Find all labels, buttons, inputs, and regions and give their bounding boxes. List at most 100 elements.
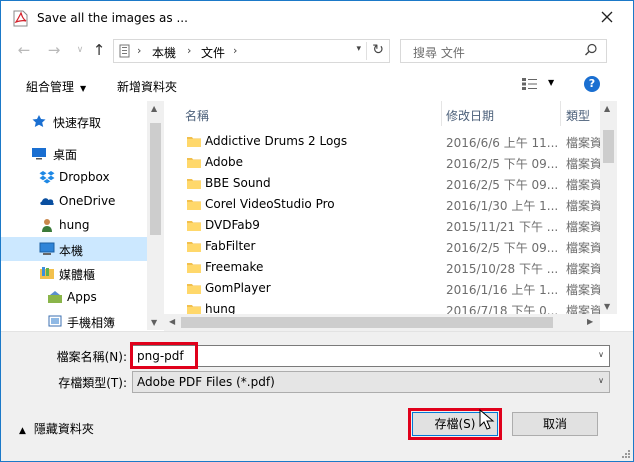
cancel-button[interactable]: 取消 [512,412,598,436]
file-name: Addictive Drums 2 Logs [205,134,348,148]
file-type: 檔案資 [566,283,600,297]
file-date: 2016/2/5 下午 09... [446,157,559,171]
dropbox-icon [39,171,55,184]
desktop-icon [32,148,46,160]
back-arrow-icon[interactable]: ← [15,41,33,59]
file-list-horizontal-scrollbar[interactable]: ◀ ▶ [164,314,600,331]
sidebar-item-dropbox[interactable]: Dropbox [1,165,147,189]
view-dropdown-icon[interactable]: ▼ [548,78,554,87]
folder-icon [187,263,201,273]
file-type: 檔案資 [566,157,600,171]
file-name: Adobe [205,155,243,169]
filetype-label: 存檔類型(T): [58,376,127,390]
sidebar-item-hung[interactable]: hung [1,213,147,237]
up-arrow-icon[interactable]: ↑ [90,41,108,59]
scroll-right-icon[interactable]: ▶ [587,317,593,326]
folder-icon [187,305,201,314]
sidebar-item-desktop[interactable]: 桌面 [1,141,147,165]
file-date: 2016/6/6 上午 11... [446,136,559,150]
file-name: hung [205,302,236,314]
file-name: Freemake [205,260,264,274]
organize-menu-button[interactable]: 組合管理 ▼ [26,78,86,95]
search-icon [585,43,597,56]
breadcrumb-this-pc[interactable]: 本機 [152,44,176,61]
folder-icon [187,242,201,252]
filename-field[interactable]: png-pdf ∨ [132,345,610,367]
scroll-down-icon[interactable]: ▼ [604,302,610,311]
divider [366,42,367,60]
sort-ascending-icon: ^ [302,101,310,108]
breadcrumb-documents[interactable]: 文件 [201,44,225,61]
folder-icon [187,221,201,231]
scroll-down-icon[interactable]: ▼ [151,318,157,327]
scrollbar-thumb[interactable] [181,317,553,328]
refresh-icon[interactable]: ↻ [372,42,384,58]
table-row[interactable]: Corel VideoStudio Pro 2016/1/30 上午 1... 檔案… [164,194,600,215]
scroll-up-icon[interactable]: ▲ [604,104,610,113]
filetype-select[interactable]: Adobe PDF Files (*.pdf) ∨ [132,371,610,393]
sidebar-item-label: 媒體櫃 [59,268,96,282]
view-options-icon[interactable] [521,77,539,91]
column-header-date[interactable]: 修改日期 [442,101,560,126]
scroll-up-icon[interactable]: ▲ [151,104,157,113]
filename-label: 檔案名稱(N): [56,350,127,364]
forward-arrow-icon[interactable]: → [45,41,63,59]
chevron-down-icon[interactable]: ∨ [598,350,604,359]
file-name: FabFilter [205,239,256,253]
table-row[interactable]: BBE Sound 2016/2/5 下午 09... 檔案資 [164,173,600,194]
file-date: 2016/7/18 下午 0... [446,304,559,314]
hide-folders-label: 隱藏資料夾 [33,422,94,436]
scroll-left-icon[interactable]: ◀ [169,317,175,326]
sidebar-item-label: 手機相簿 [67,316,116,330]
file-name: GomPlayer [205,281,271,295]
table-row[interactable]: DVDFab9 2015/11/21 下午 ... 檔案資 [164,215,600,236]
file-name: Corel VideoStudio Pro [205,197,335,211]
onedrive-icon [40,198,54,205]
sidebar-item-this-pc[interactable]: 本機 [1,237,147,261]
folder-icon [187,200,201,210]
scrollbar-thumb[interactable] [150,123,161,235]
computer-icon [119,44,130,58]
file-date: 2015/11/21 下午 ... [446,220,559,234]
address-bar[interactable]: › 本機 › 文件 › ▾ ↻ [113,39,390,63]
file-name: BBE Sound [205,176,271,190]
sidebar-item-apps[interactable]: Apps [1,285,147,309]
column-header-type[interactable]: 類型 [561,101,600,126]
chevron-down-icon: ∨ [598,376,604,385]
resize-grip-icon[interactable] [621,449,631,459]
sidebar-item-label: hung [59,218,90,232]
sidebar-item-label: Apps [67,290,97,304]
sidebar-item-libraries[interactable]: 媒體櫃 [1,261,147,285]
file-list-scrollbar[interactable]: ▲ ▼ [600,101,617,314]
navigation-pane-scrollbar[interactable]: ▲ ▼ [147,101,164,330]
new-folder-button[interactable]: 新增資料夾 [117,78,177,95]
save-form: 檔案名稱(N): png-pdf ∨ 存檔類型(T): Adobe PDF Fi… [1,331,633,461]
hide-folders-button[interactable]: ▲ 隱藏資料夾 [19,420,94,437]
phone-album-icon [48,315,62,327]
column-header-label: 名稱 [185,109,210,123]
file-type: 檔案資 [566,178,600,192]
mouse-cursor-icon [479,409,495,430]
sidebar-item-onedrive[interactable]: OneDrive [1,189,147,213]
scrollbar-thumb[interactable] [603,130,614,163]
sidebar-item-phone-album[interactable]: 手機相簿 [1,309,147,330]
address-dropdown-icon[interactable]: ▾ [356,44,361,54]
sidebar-item-quick-access[interactable]: 快速存取 [1,109,147,133]
computer-icon [39,242,55,255]
table-row[interactable]: Addictive Drums 2 Logs 2016/6/6 上午 11... 檔… [164,131,600,152]
recent-locations-icon[interactable]: ∨ [71,41,89,59]
search-input[interactable]: 搜尋 文件 [400,39,607,63]
file-list: 名稱 ^ 修改日期 類型 Addictive Drums 2 Logs 2016/… [164,101,600,314]
close-icon[interactable] [597,7,617,27]
table-row[interactable]: hung 2016/7/18 下午 0... 檔案資 [164,299,600,314]
table-row[interactable]: FabFilter 2016/2/5 下午 09... 檔案資 [164,236,600,257]
file-type: 檔案資 [566,220,600,234]
table-row[interactable]: Freemake 2015/10/28 下午 ... 檔案資 [164,257,600,278]
help-icon[interactable]: ? [584,76,600,92]
table-row[interactable]: Adobe 2016/2/5 下午 09... 檔案資 [164,152,600,173]
column-header-name[interactable]: 名稱 ^ [164,101,441,126]
table-row[interactable]: GomPlayer 2016/1/16 上午 1... 檔案資 [164,278,600,299]
title-bar: Save all the images as ... [1,1,633,35]
file-date: 2016/1/30 上午 1... [446,199,559,213]
sidebar-item-label: Dropbox [59,170,110,184]
